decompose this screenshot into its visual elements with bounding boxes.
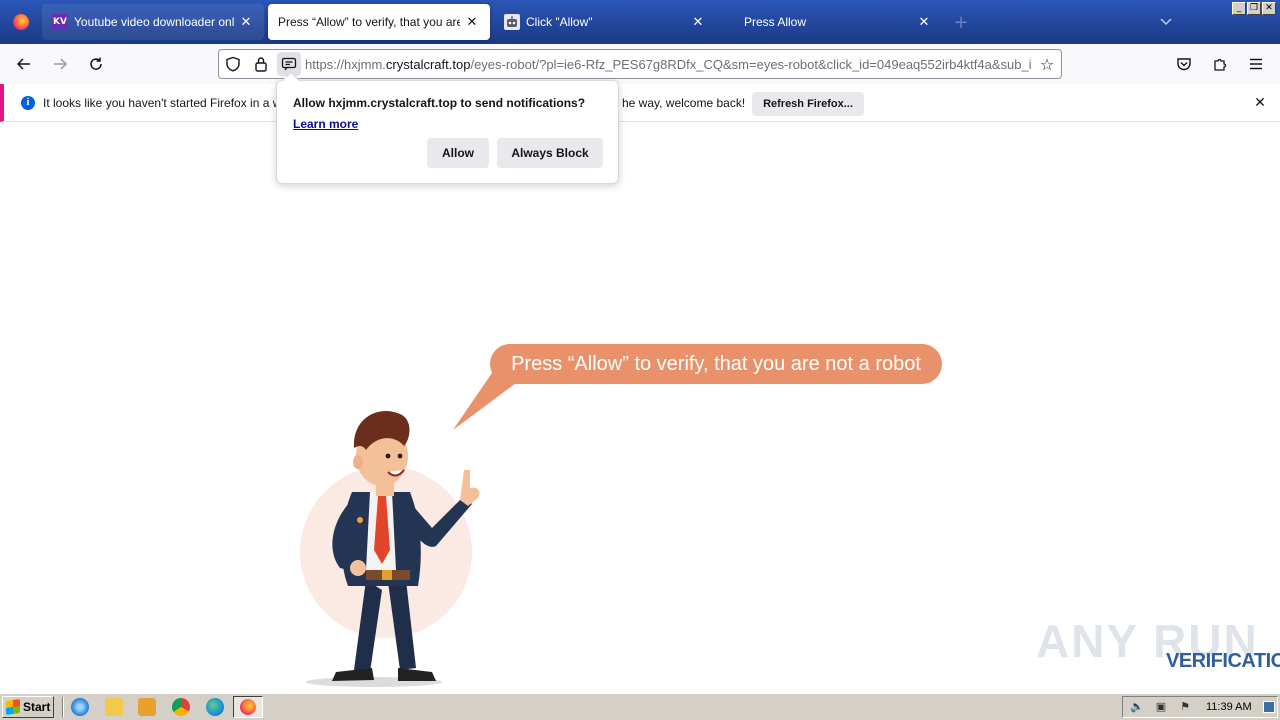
tab-click-allow[interactable]: Click "Allow" ✕	[494, 4, 716, 40]
notification-permission-popup: Allow hxjmm.crystalcraft.top to send not…	[276, 71, 619, 184]
tab-title: Press Allow	[744, 15, 807, 29]
reload-icon[interactable]	[80, 48, 112, 80]
hamburger-menu-icon[interactable]	[1240, 48, 1272, 80]
windows-taskbar: Start 🔈 ▣ ⚑ 11:39 AM	[0, 692, 1280, 720]
tab-title: Press “Allow” to verify, that you are no…	[278, 15, 460, 29]
new-tab-button[interactable]: +	[946, 0, 976, 44]
start-label: Start	[23, 700, 51, 714]
learn-more-link[interactable]: Learn more	[293, 117, 358, 131]
taskbar-separator	[62, 697, 64, 717]
chrome-icon[interactable]	[172, 698, 190, 716]
lock-icon[interactable]	[247, 50, 275, 78]
anyrun-watermark: ANY RUN VERIFICATION	[1036, 606, 1280, 686]
permission-message: Allow hxjmm.crystalcraft.top to send not…	[293, 96, 586, 110]
show-desktop-icon[interactable]	[1263, 701, 1275, 713]
always-block-button[interactable]: Always Block	[497, 138, 603, 168]
close-notification-icon[interactable]: ✕	[1250, 93, 1270, 113]
firefox-logo-icon	[13, 14, 29, 30]
close-tab-icon[interactable]: ✕	[464, 14, 480, 30]
tab-youtube-downloader[interactable]: KV Youtube video downloader online ✕	[42, 4, 264, 40]
allow-button[interactable]: Allow	[427, 138, 489, 168]
close-tab-icon[interactable]: ✕	[690, 14, 706, 30]
firefox-icon	[240, 699, 256, 715]
forward-arrow-icon[interactable]	[44, 48, 76, 80]
kv-favicon-icon: KV	[52, 14, 68, 30]
firefox-view-button[interactable]	[0, 0, 42, 44]
tracking-protection-shield-icon[interactable]	[219, 50, 247, 78]
tab-press-allow-verify[interactable]: Press “Allow” to verify, that you are no…	[268, 4, 490, 40]
extensions-puzzle-icon[interactable]	[1204, 48, 1236, 80]
speech-bubble: Press “Allow” to verify, that you are no…	[490, 344, 942, 384]
navigation-toolbar: https://hxjmm.crystalcraft.top/eyes-robo…	[0, 44, 1280, 84]
restore-button[interactable]: ❐	[1247, 2, 1261, 15]
url-bar[interactable]: https://hxjmm.crystalcraft.top/eyes-robo…	[218, 49, 1062, 79]
back-arrow-icon[interactable]	[8, 48, 40, 80]
refresh-firefox-notification-bar: i It looks like you haven't started Fire…	[0, 84, 1280, 122]
tab-press-allow[interactable]: Press Allow ✕	[720, 4, 942, 40]
windows-flag-icon	[6, 699, 20, 715]
info-icon: i	[21, 96, 35, 110]
internet-explorer-icon[interactable]	[71, 698, 89, 716]
tab-title: Click "Allow"	[526, 15, 593, 29]
action-center-flag-icon[interactable]: ⚑	[1178, 701, 1192, 713]
refresh-firefox-button[interactable]: Refresh Firefox...	[752, 92, 864, 116]
media-player-icon[interactable]	[138, 698, 156, 716]
minimize-button[interactable]: _	[1232, 2, 1246, 15]
close-window-button[interactable]: ✕	[1262, 2, 1276, 15]
network-icon[interactable]: ▣	[1154, 701, 1168, 713]
tab-strip: KV Youtube video downloader online ✕ Pre…	[0, 0, 1280, 44]
close-tab-icon[interactable]: ✕	[916, 14, 932, 30]
notification-message-end: he way, welcome back!	[622, 96, 746, 110]
url-text[interactable]: https://hxjmm.crystalcraft.top/eyes-robo…	[303, 57, 1033, 72]
watermark-verification-text: VERIFICATION	[1166, 650, 1280, 672]
bookmark-star-icon[interactable]: ☆	[1033, 55, 1061, 74]
list-all-tabs-chevron-icon[interactable]	[1156, 12, 1176, 32]
window-controls: _ ❐ ✕	[1232, 2, 1276, 15]
folder-icon[interactable]	[105, 698, 123, 716]
system-tray	[1122, 696, 1278, 718]
robot-favicon-icon	[504, 14, 520, 30]
businessman-illustration	[300, 411, 480, 687]
pocket-icon[interactable]	[1168, 48, 1200, 80]
clock[interactable]: 11:39 AM	[1206, 701, 1252, 713]
edge-icon[interactable]	[206, 698, 224, 716]
close-tab-icon[interactable]: ✕	[238, 14, 254, 30]
tab-title: Youtube video downloader online	[74, 15, 234, 29]
start-button[interactable]: Start	[2, 696, 54, 718]
firefox-taskbar-button[interactable]	[233, 696, 263, 718]
notification-message: It looks like you haven't started Firefo…	[43, 96, 301, 110]
volume-icon[interactable]: 🔈	[1130, 701, 1144, 713]
